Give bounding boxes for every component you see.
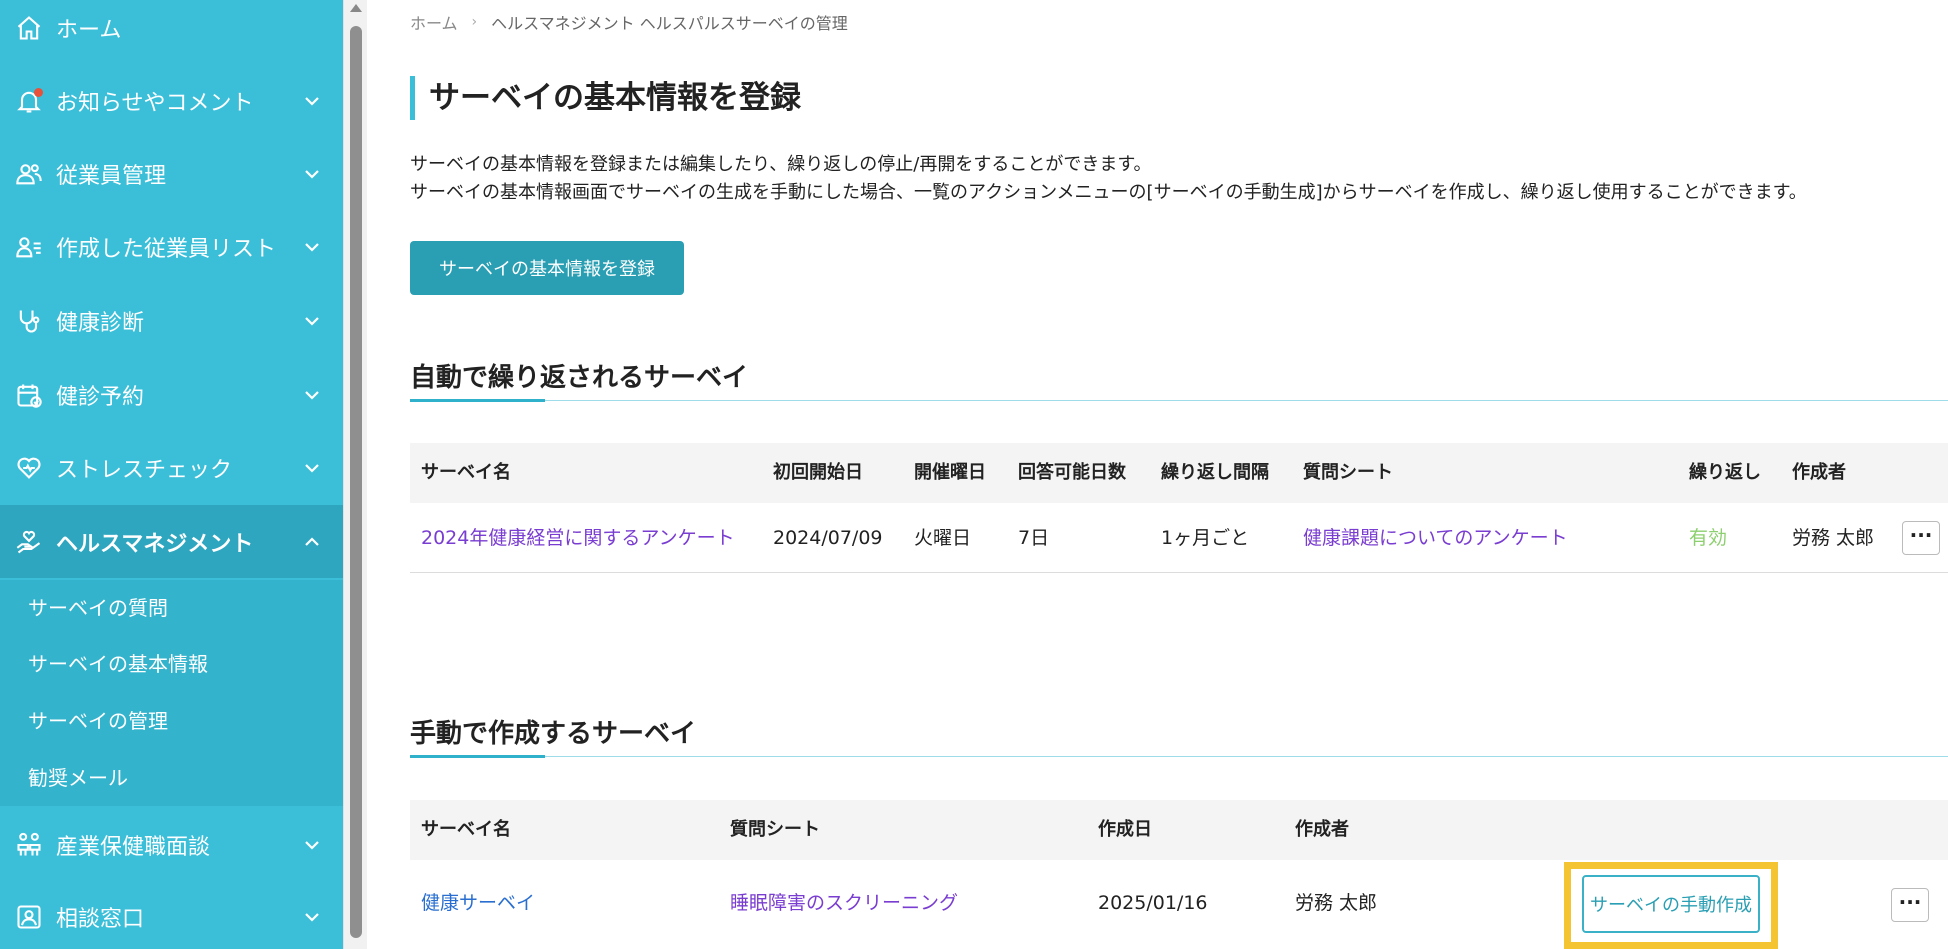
chevron-down-icon bbox=[301, 384, 323, 406]
stethoscope-icon bbox=[14, 306, 44, 336]
chevron-down-icon bbox=[301, 457, 323, 479]
nav-employee-lists[interactable]: 作成した従業員リスト bbox=[0, 210, 343, 283]
sidebar-scrollbar[interactable] bbox=[343, 0, 367, 949]
nav-label: 作成した従業員リスト bbox=[56, 236, 277, 262]
manual-survey-section-title: 手動で作成するサーベイ bbox=[410, 719, 697, 749]
chevron-up-icon bbox=[301, 531, 323, 553]
heart-hand-icon bbox=[14, 527, 44, 557]
calendar-check-icon bbox=[14, 380, 44, 410]
register-basic-info-button[interactable]: サーベイの基本情報を登録 bbox=[410, 241, 684, 295]
contact-icon bbox=[14, 902, 44, 932]
nav-home[interactable]: ホーム bbox=[0, 0, 343, 56]
manual-table-header: サーベイ名 質問シート 作成日 作成者 bbox=[410, 800, 1948, 860]
home-icon bbox=[14, 13, 44, 43]
page-title: サーベイの基本情報を登録 bbox=[410, 76, 801, 120]
breadcrumb-current: ヘルスマネジメント ヘルスパルスサーベイの管理 bbox=[491, 14, 848, 33]
notification-dot bbox=[34, 87, 43, 97]
chevron-down-icon bbox=[301, 90, 323, 112]
col-author: 作成者 bbox=[1792, 462, 1846, 483]
breadcrumb-separator: › bbox=[471, 14, 478, 30]
subnav-reminder-mail[interactable]: 勧奨メール bbox=[28, 762, 128, 791]
users-icon bbox=[14, 159, 44, 189]
repeat-status: 有効 bbox=[1689, 527, 1728, 549]
user-list-icon bbox=[14, 232, 44, 262]
bell-icon bbox=[14, 86, 44, 116]
subnav-survey-management[interactable]: サーベイの管理 bbox=[28, 705, 168, 734]
heart-icon bbox=[14, 453, 44, 483]
breadcrumb-home[interactable]: ホーム bbox=[410, 10, 458, 34]
sidebar: ホーム お知らせやコメント 従業員管理 作成した従業員リスト 健康診断 健診予約… bbox=[0, 0, 343, 949]
health-management-submenu: サーベイの質問 サーベイの基本情報 サーベイの管理 勧奨メール bbox=[0, 580, 343, 806]
nav-label: 健康診断 bbox=[56, 310, 145, 336]
main-content: ホーム › ヘルスマネジメント ヘルスパルスサーベイの管理 サーベイの基本情報を… bbox=[367, 0, 1948, 949]
nav-checkup-reservation[interactable]: 健診予約 bbox=[0, 358, 343, 431]
page-description-1: サーベイの基本情報を登録または編集したり、繰り返しの停止/再開をすることができま… bbox=[410, 154, 1152, 175]
start-date: 2024/07/09 bbox=[773, 527, 883, 549]
author: 労務 太郎 bbox=[1295, 892, 1378, 914]
subnav-survey-questions[interactable]: サーベイの質問 bbox=[28, 592, 168, 621]
repeat-interval: 1ヶ月ごと bbox=[1161, 527, 1250, 549]
nav-employee-management[interactable]: 従業員管理 bbox=[0, 137, 343, 210]
chevron-down-icon bbox=[301, 310, 323, 332]
nav-label: 従業員管理 bbox=[56, 163, 167, 189]
table-row: 2024年健康経営に関するアンケート 2024/07/09 火曜日 7日 1ヶ月… bbox=[410, 503, 1948, 573]
col-start-date: 初回開始日 bbox=[773, 462, 863, 483]
col-created-date: 作成日 bbox=[1098, 819, 1152, 840]
author: 労務 太郎 bbox=[1792, 527, 1875, 549]
people-icon bbox=[14, 830, 44, 860]
col-question-sheet: 質問シート bbox=[730, 819, 820, 840]
chevron-down-icon bbox=[301, 163, 323, 185]
nav-label: 相談窓口 bbox=[56, 906, 145, 932]
col-weekday: 開催曜日 bbox=[914, 462, 986, 483]
col-author: 作成者 bbox=[1295, 819, 1349, 840]
page-description-2: サーベイの基本情報画面でサーベイの生成を手動にした場合、一覧のアクションメニュー… bbox=[410, 182, 1807, 203]
nav-stress-check[interactable]: ストレスチェック bbox=[0, 431, 343, 504]
nav-label: ホーム bbox=[56, 18, 122, 43]
chevron-down-icon bbox=[301, 906, 323, 928]
nav-label: 健診予約 bbox=[56, 384, 145, 410]
subnav-survey-basic-info[interactable]: サーベイの基本情報 bbox=[28, 648, 208, 677]
auto-table-header: サーベイ名 初回開始日 開催曜日 回答可能日数 繰り返し間隔 質問シート 繰り返… bbox=[410, 443, 1948, 503]
nav-label: お知らせやコメント bbox=[56, 90, 254, 116]
nav-label: ストレスチェック bbox=[56, 457, 233, 483]
weekday: 火曜日 bbox=[914, 527, 972, 549]
more-actions-button[interactable]: ··· bbox=[1902, 521, 1940, 555]
survey-name-link[interactable]: 2024年健康経営に関するアンケート bbox=[421, 503, 735, 573]
breadcrumb: ホーム › ヘルスマネジメント ヘルスパルスサーベイの管理 bbox=[410, 10, 848, 34]
nav-label: ヘルスマネジメント bbox=[56, 531, 254, 557]
col-question-sheet: 質問シート bbox=[1303, 462, 1393, 483]
section-divider bbox=[410, 755, 1948, 758]
col-repeat: 繰り返し bbox=[1689, 462, 1761, 483]
question-sheet-link[interactable]: 睡眠障害のスクリーニング bbox=[730, 868, 958, 938]
scroll-thumb[interactable] bbox=[350, 26, 362, 938]
col-answer-days: 回答可能日数 bbox=[1018, 462, 1126, 483]
section-divider bbox=[410, 399, 1948, 402]
nav-label: 産業保健職面談 bbox=[56, 834, 211, 860]
nav-health-management[interactable]: ヘルスマネジメント bbox=[0, 505, 343, 578]
nav-consultation-desk[interactable]: 相談窓口 bbox=[0, 880, 343, 949]
nav-health-checkup[interactable]: 健康診断 bbox=[0, 284, 343, 357]
more-actions-button[interactable]: ··· bbox=[1891, 888, 1929, 922]
nav-occupational-health-interview[interactable]: 産業保健職面談 bbox=[0, 808, 343, 881]
manual-create-survey-button[interactable]: サーベイの手動作成 bbox=[1582, 875, 1760, 933]
nav-notifications[interactable]: お知らせやコメント bbox=[0, 64, 343, 137]
col-repeat-interval: 繰り返し間隔 bbox=[1161, 462, 1269, 483]
auto-survey-section-title: 自動で繰り返されるサーベイ bbox=[410, 363, 749, 393]
col-survey-name: サーベイ名 bbox=[421, 819, 511, 840]
question-sheet-link[interactable]: 健康課題についてのアンケート bbox=[1303, 503, 1568, 573]
answer-days: 7日 bbox=[1018, 527, 1050, 549]
col-survey-name: サーベイ名 bbox=[421, 462, 511, 483]
created-date: 2025/01/16 bbox=[1098, 892, 1208, 914]
chevron-down-icon bbox=[301, 834, 323, 856]
survey-name-link[interactable]: 健康サーベイ bbox=[421, 868, 535, 938]
scroll-up-arrow-icon[interactable] bbox=[350, 4, 362, 12]
chevron-down-icon bbox=[301, 236, 323, 258]
